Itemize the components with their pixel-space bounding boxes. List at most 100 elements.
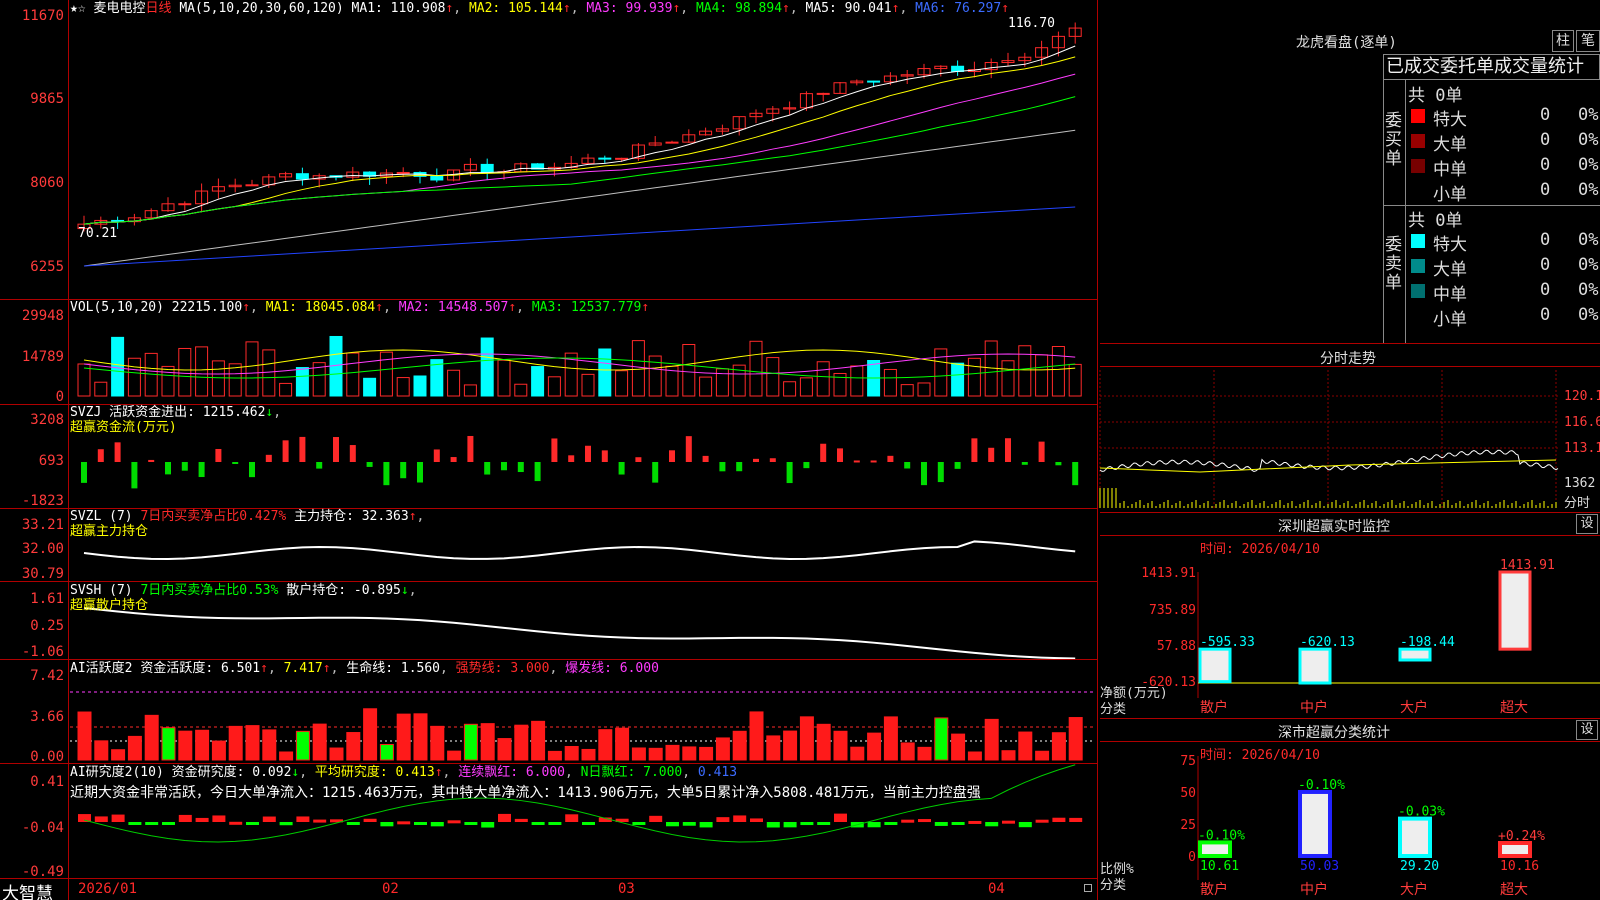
vol-tick: 29948: [21, 308, 64, 324]
ssfl-change-label: -0.10%: [1298, 778, 1345, 793]
ssfl-category-label: 大户: [1400, 881, 1428, 898]
price-tick: 9865: [30, 91, 64, 107]
ma5-value: MA5: 90.041: [805, 1, 892, 16]
divider: [0, 763, 1098, 764]
szjk-bar-label: -620.13: [1300, 635, 1355, 650]
divider: [1405, 80, 1406, 343]
ssfl-settings-button[interactable]: 设: [1576, 720, 1598, 740]
buy-percent: 0%: [1578, 105, 1599, 125]
szjk-settings-button[interactable]: 设: [1576, 514, 1598, 534]
svsh-pct: 7日内买卖净占比0.53%: [140, 583, 279, 598]
axis-line: [68, 0, 69, 900]
price-tick: 11670: [21, 8, 64, 24]
svzj-legend: SVZJ 活跃资金进出: 1215.462↓,: [70, 405, 282, 420]
ma-legend: ★☆ 麦电电控日线 MA(5,10,20,30,60,120) MA1: 110…: [70, 1, 1010, 16]
ma3-value: MA3: 99.939: [586, 1, 673, 16]
szjk-tick: 735.89: [1149, 603, 1196, 618]
up-arrow-icon: ↑: [445, 1, 454, 16]
szjk-bar-中户: [1298, 647, 1332, 685]
szjk-bar-label: 1413.91: [1500, 558, 1555, 573]
sell-label: 小单: [1433, 310, 1467, 330]
ssfl-tick: 75: [1180, 754, 1196, 769]
app-logo: 大智慧: [2, 884, 53, 900]
svzl-tick: 33.21: [21, 517, 64, 533]
vol-tick: 0: [55, 389, 64, 405]
ai1-tick: 0.00: [30, 749, 64, 765]
ai1-tick: 7.42: [30, 668, 64, 684]
ssfl-bar-超大: [1498, 840, 1532, 858]
buy-volume: 0: [1540, 130, 1551, 150]
ai2-head: AI研究度2(10): [70, 765, 164, 780]
ssfl-bar-大户: [1398, 816, 1432, 859]
svzj-head: SVZJ 活跃资金进出: 1215.462: [70, 405, 266, 420]
up-arrow-icon: ↑: [1001, 1, 1010, 16]
sell-percent: 0%: [1578, 305, 1599, 325]
svsh-head: SVSH (7): [70, 583, 133, 598]
szjk-bar-label: -595.33: [1200, 635, 1255, 650]
x-tick: 2026/01: [78, 881, 138, 897]
ssfl-value-label: 29.20: [1400, 859, 1439, 874]
svsh-tick: -1.06: [21, 644, 64, 660]
price-tick: 8060: [30, 175, 64, 191]
ssfl-change-label: -0.10%: [1198, 828, 1245, 843]
ai2-e: 0.413: [697, 765, 738, 780]
tab-trade-stats[interactable]: 已成交委托单成交量统计: [1383, 54, 1600, 80]
tick-mode-button[interactable]: 笔: [1576, 30, 1600, 52]
stock-name[interactable]: 麦电电控: [93, 1, 145, 16]
sell-side-label: 委卖单: [1385, 235, 1402, 293]
svzl-tick: 30.79: [21, 566, 64, 582]
vol-value: 22215.100: [171, 300, 243, 315]
svzl-tick: 32.00: [21, 541, 64, 557]
ai2-d: N日飘红: 7.000: [580, 765, 683, 780]
ssfl-xlabel: 分类: [1100, 878, 1127, 893]
ssfl-bar-散户: [1198, 840, 1232, 858]
buy-volume: 0: [1540, 180, 1551, 200]
buy-legend-swatch: [1411, 109, 1425, 123]
buy-label: 小单: [1433, 185, 1467, 205]
ssfl-value-label: 10.16: [1500, 859, 1539, 874]
favorite-icon[interactable]: ★☆: [70, 1, 86, 16]
svsh-legend: SVSH (7) 7日内买卖净占比0.53% 散户持仓: -0.895↓,: [70, 583, 417, 598]
fs-vol-tick: 1362: [1564, 476, 1596, 491]
ssfl-category-label: 中户: [1300, 881, 1328, 898]
sell-legend-swatch: [1411, 234, 1425, 248]
up-arrow-icon: ↑: [782, 1, 790, 16]
svzl-legend: SVZL (7) 7日内买卖净占比0.427% 主力持仓: 32.363↑,: [70, 509, 425, 524]
ai1-tick: 3.66: [30, 709, 64, 725]
sell-legend-swatch: [1411, 259, 1425, 273]
sell-percent: 0%: [1578, 230, 1599, 250]
divider: [0, 659, 1098, 660]
sell-legend-swatch: [1411, 309, 1425, 323]
fs-avg-line: [1099, 459, 1557, 473]
buy-volume: 0: [1540, 105, 1551, 125]
sell-label: 大单: [1433, 260, 1467, 280]
ai2-c: 连续飘红: 6.000: [458, 765, 565, 780]
sell-volume: 0: [1540, 305, 1551, 325]
svzj-tick: -1823: [21, 493, 64, 509]
bar-mode-button[interactable]: 柱: [1552, 30, 1574, 52]
vol-head: VOL(5,10,20): [70, 300, 164, 315]
ssfl-change-label: +0.24%: [1498, 829, 1545, 844]
szjk-bar-label: -198.44: [1400, 635, 1455, 650]
svzj-tick: 3208: [30, 412, 64, 428]
ai2-tick: -0.49: [21, 864, 64, 880]
ai2-b: 平均研究度: 0.413: [314, 765, 435, 780]
ssfl-value-label: 10.61: [1200, 859, 1239, 874]
price-tick: 6255: [30, 259, 64, 275]
period-label[interactable]: 日线: [146, 1, 172, 16]
buy-label: 大单: [1433, 135, 1467, 155]
buy-label: 特大: [1433, 110, 1467, 130]
ai2-legend: AI研究度2(10) 资金研究度: 0.092↓, 平均研究度: 0.413↑,…: [70, 765, 738, 780]
ai1-b: 7.417: [283, 661, 323, 676]
x-tick: 03: [618, 881, 635, 897]
high-price-marker: 116.70: [1008, 16, 1055, 31]
x-tick: 02: [382, 881, 399, 897]
buy-percent: 0%: [1578, 130, 1599, 150]
ma6-value: MA6: 76.297: [915, 1, 1002, 16]
sell-volume: 0: [1540, 230, 1551, 250]
svsh-tick: 1.61: [30, 591, 64, 607]
ai1-c: 生命线: 1.560: [346, 661, 441, 676]
up-arrow-icon: ↑: [891, 1, 900, 16]
lock-icon[interactable]: [1084, 884, 1092, 892]
ssfl-bar-中户: [1298, 789, 1332, 859]
